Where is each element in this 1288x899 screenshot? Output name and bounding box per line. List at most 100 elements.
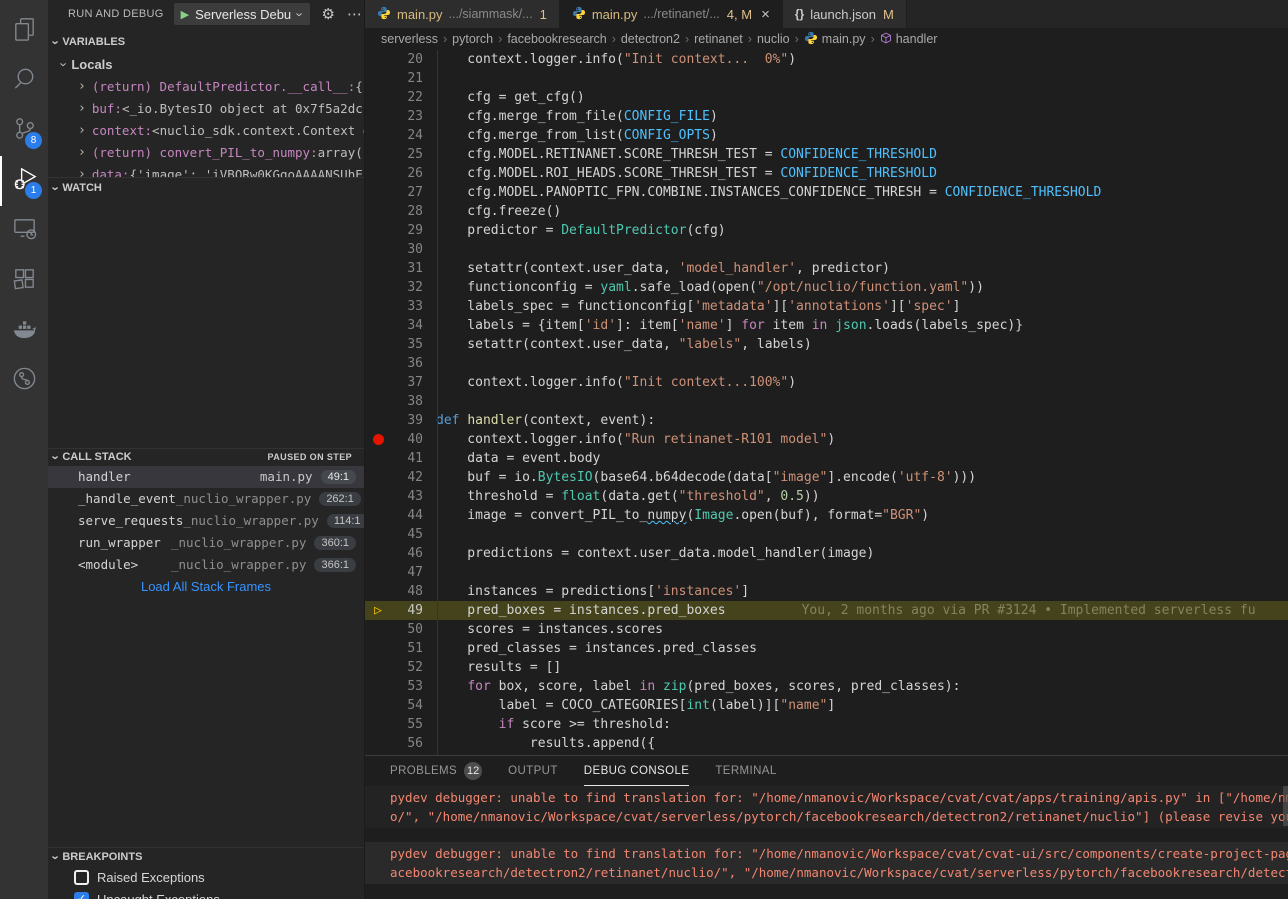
editor-tab-main.py[interactable]: main.py.../retinanet/...4, M×	[560, 0, 783, 28]
code-line-49: ▷49 pred_boxes = instances.pred_boxesYou…	[365, 601, 1288, 620]
gutter-glyph-margin[interactable]	[365, 373, 391, 392]
gutter-glyph-margin[interactable]	[365, 183, 391, 202]
execution-pointer-icon[interactable]: ▷	[365, 601, 391, 620]
variables-section-header[interactable]: › VARIABLES	[48, 28, 364, 53]
activity-bar-item-docker[interactable]	[0, 306, 48, 356]
activity-bar-item-git-graph[interactable]	[0, 356, 48, 406]
stack-frame-row[interactable]: run_wrapper_nuclio_wrapper.py360:1	[48, 532, 364, 554]
breadcrumb-item-facebookresearch[interactable]: facebookresearch	[507, 32, 606, 46]
start-debug-icon[interactable]: ▶	[181, 8, 189, 21]
gutter-glyph-margin[interactable]	[365, 582, 391, 601]
gutter-glyph-margin[interactable]	[365, 259, 391, 278]
gutter-glyph-margin[interactable]	[365, 240, 391, 259]
stack-frame-row[interactable]: serve_requests_nuclio_wrapper.py114:1	[48, 510, 364, 532]
more-actions-icon[interactable]: ⋯	[347, 5, 362, 23]
breadcrumb-item-retinanet[interactable]: retinanet	[694, 32, 743, 46]
breadcrumb-item-main.py[interactable]: main.py	[804, 31, 866, 48]
checkbox-checked-icon[interactable]: ✓	[74, 892, 89, 899]
gutter-glyph-margin[interactable]	[365, 145, 391, 164]
gutter-glyph-margin[interactable]	[365, 449, 391, 468]
stack-frame-row[interactable]: <module>_nuclio_wrapper.py366:1	[48, 554, 364, 576]
gutter-glyph-margin[interactable]	[365, 487, 391, 506]
gutter-glyph-margin[interactable]	[365, 88, 391, 107]
checkbox-unchecked-icon[interactable]	[74, 870, 89, 885]
breakpoint-row[interactable]: Raised Exceptions	[48, 866, 364, 888]
gutter-glyph-margin[interactable]	[365, 316, 391, 335]
locals-scope-row[interactable]: › Locals	[48, 53, 364, 75]
variable-row[interactable]: ›(return) convert_PIL_to_numpy: array([[…	[48, 141, 364, 163]
gutter-glyph-margin[interactable]	[365, 411, 391, 430]
gutter-glyph-margin[interactable]	[365, 620, 391, 639]
breadcrumb-item-pytorch[interactable]: pytorch	[452, 32, 493, 46]
code-text: results = []	[423, 660, 561, 675]
code-line-29: 29 predictor = DefaultPredictor(cfg)	[365, 221, 1288, 240]
panel-tab-debug-console[interactable]: DEBUG CONSOLE	[584, 756, 690, 786]
gutter-glyph-margin[interactable]	[365, 354, 391, 373]
python-file-icon	[377, 6, 391, 23]
gutter-glyph-margin[interactable]	[365, 392, 391, 411]
gutter-glyph-margin[interactable]	[365, 335, 391, 354]
launch-config-dropdown[interactable]: ▶ Serverless Debu ›	[174, 3, 310, 25]
breadcrumb-item-nuclio[interactable]: nuclio	[757, 32, 790, 46]
gutter-glyph-margin[interactable]	[365, 202, 391, 221]
gutter-glyph-margin[interactable]	[365, 221, 391, 240]
gutter-glyph-margin[interactable]	[365, 107, 391, 126]
activity-bar-item-explorer[interactable]	[0, 6, 48, 56]
gutter-glyph-margin[interactable]	[365, 50, 391, 69]
line-number: 42	[391, 470, 423, 485]
panel-tab-problems[interactable]: PROBLEMS12	[390, 756, 482, 786]
call-stack-list: handlermain.py49:1_handle_event_nuclio_w…	[48, 466, 364, 576]
gutter-glyph-margin[interactable]	[365, 506, 391, 525]
activity-bar-item-search[interactable]	[0, 56, 48, 106]
variable-row[interactable]: ›(return) DefaultPredictor.__call__: {'i…	[48, 75, 364, 97]
line-number: 44	[391, 508, 423, 523]
line-number: 33	[391, 299, 423, 314]
call-stack-section-header[interactable]: › CALL STACK PAUSED ON STEP	[48, 448, 364, 466]
gutter-glyph-margin[interactable]	[365, 525, 391, 544]
breadcrumb-item-handler[interactable]: handler	[880, 32, 938, 47]
panel-tab-output[interactable]: OUTPUT	[508, 756, 558, 786]
variable-row[interactable]: ›context: <nuclio_sdk.context.Context ob…	[48, 119, 364, 141]
panel-tab-terminal[interactable]: TERMINAL	[715, 756, 776, 786]
activity-bar-item-run-and-debug[interactable]: 1	[0, 156, 48, 206]
gutter-glyph-margin[interactable]	[365, 639, 391, 658]
watch-section-header[interactable]: › WATCH	[48, 177, 364, 198]
frame-function: _handle_event	[78, 491, 176, 506]
activity-bar-item-remote-explorer[interactable]	[0, 206, 48, 256]
gutter-glyph-margin[interactable]	[365, 677, 391, 696]
gutter-glyph-margin[interactable]	[365, 278, 391, 297]
editor-tab-main.py[interactable]: main.py.../siammask/...1	[365, 0, 560, 28]
breadcrumb-separator-icon: ›	[443, 32, 447, 46]
gear-icon[interactable]: ⚙	[322, 5, 335, 23]
code-editor[interactable]: 20 context.logger.info("Init context... …	[365, 50, 1288, 755]
gutter-glyph-margin[interactable]	[365, 297, 391, 316]
gutter-glyph-margin[interactable]	[365, 126, 391, 145]
gutter-glyph-margin[interactable]	[365, 544, 391, 563]
gutter-glyph-margin[interactable]	[365, 734, 391, 753]
close-icon[interactable]: ×	[761, 7, 770, 22]
breakpoint-indicator[interactable]	[365, 430, 391, 449]
stack-frame-row[interactable]: handlermain.py49:1	[48, 466, 364, 488]
activity-bar-item-source-control[interactable]: 8	[0, 106, 48, 156]
variable-row[interactable]: ›data: {'image': 'iVBORw0KGgoAAAANSUhE…	[48, 163, 364, 177]
activity-bar-item-extensions[interactable]	[0, 256, 48, 306]
variables-list: › Locals ›(return) DefaultPredictor.__ca…	[48, 53, 364, 177]
panel-scrollbar[interactable]	[1283, 786, 1288, 826]
line-number: 37	[391, 375, 423, 390]
breadcrumb-item-detectron2[interactable]: detectron2	[621, 32, 680, 46]
gutter-glyph-margin[interactable]	[365, 69, 391, 88]
variable-row[interactable]: ›buf: <_io.BytesIO object at 0x7f5a2dc1e…	[48, 97, 364, 119]
gutter-glyph-margin[interactable]	[365, 468, 391, 487]
gutter-glyph-margin[interactable]	[365, 563, 391, 582]
stack-frame-row[interactable]: _handle_event_nuclio_wrapper.py262:1	[48, 488, 364, 510]
gutter-glyph-margin[interactable]	[365, 658, 391, 677]
gutter-glyph-margin[interactable]	[365, 715, 391, 734]
editor-tab-launch.json[interactable]: {}launch.jsonM	[783, 0, 907, 28]
line-number: 20	[391, 52, 423, 67]
load-all-stack-frames-link[interactable]: Load All Stack Frames	[48, 576, 364, 598]
breakpoint-row[interactable]: ✓Uncaught Exceptions	[48, 888, 364, 899]
breadcrumb-item-serverless[interactable]: serverless	[381, 32, 438, 46]
gutter-glyph-margin[interactable]	[365, 164, 391, 183]
breakpoints-section-header[interactable]: › BREAKPOINTS	[48, 847, 364, 866]
gutter-glyph-margin[interactable]	[365, 696, 391, 715]
